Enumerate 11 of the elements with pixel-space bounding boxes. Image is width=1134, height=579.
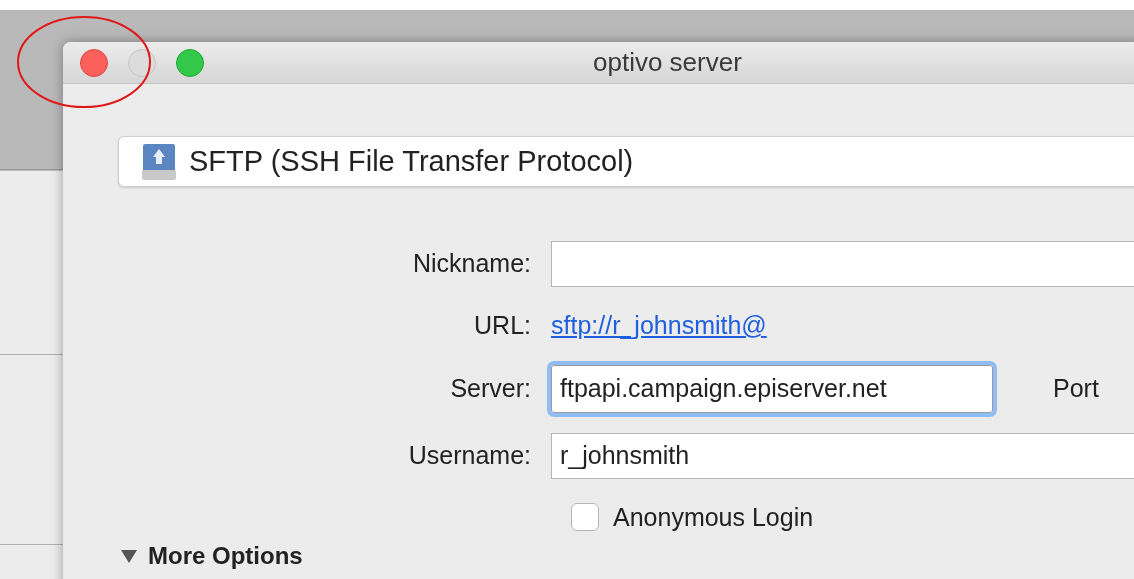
field-label: Username: (407, 439, 532, 471)
checkbox-label: Anonymous Login (613, 501, 814, 533)
more-options-label: More Options (148, 541, 303, 571)
field-label: Server: (449, 372, 532, 404)
port-label: Port (1053, 372, 1099, 404)
window-title: optivo server (593, 46, 742, 79)
url-link[interactable]: sftp://r_johnsmith@ (551, 307, 767, 345)
field-label: Nickname: (411, 248, 532, 280)
text-field[interactable]: r_johnsmith (551, 432, 1134, 479)
field-label: URL: (473, 310, 532, 341)
protocol-dropdown[interactable]: SFTP (SSH File Transfer Protocol) (118, 136, 1134, 187)
